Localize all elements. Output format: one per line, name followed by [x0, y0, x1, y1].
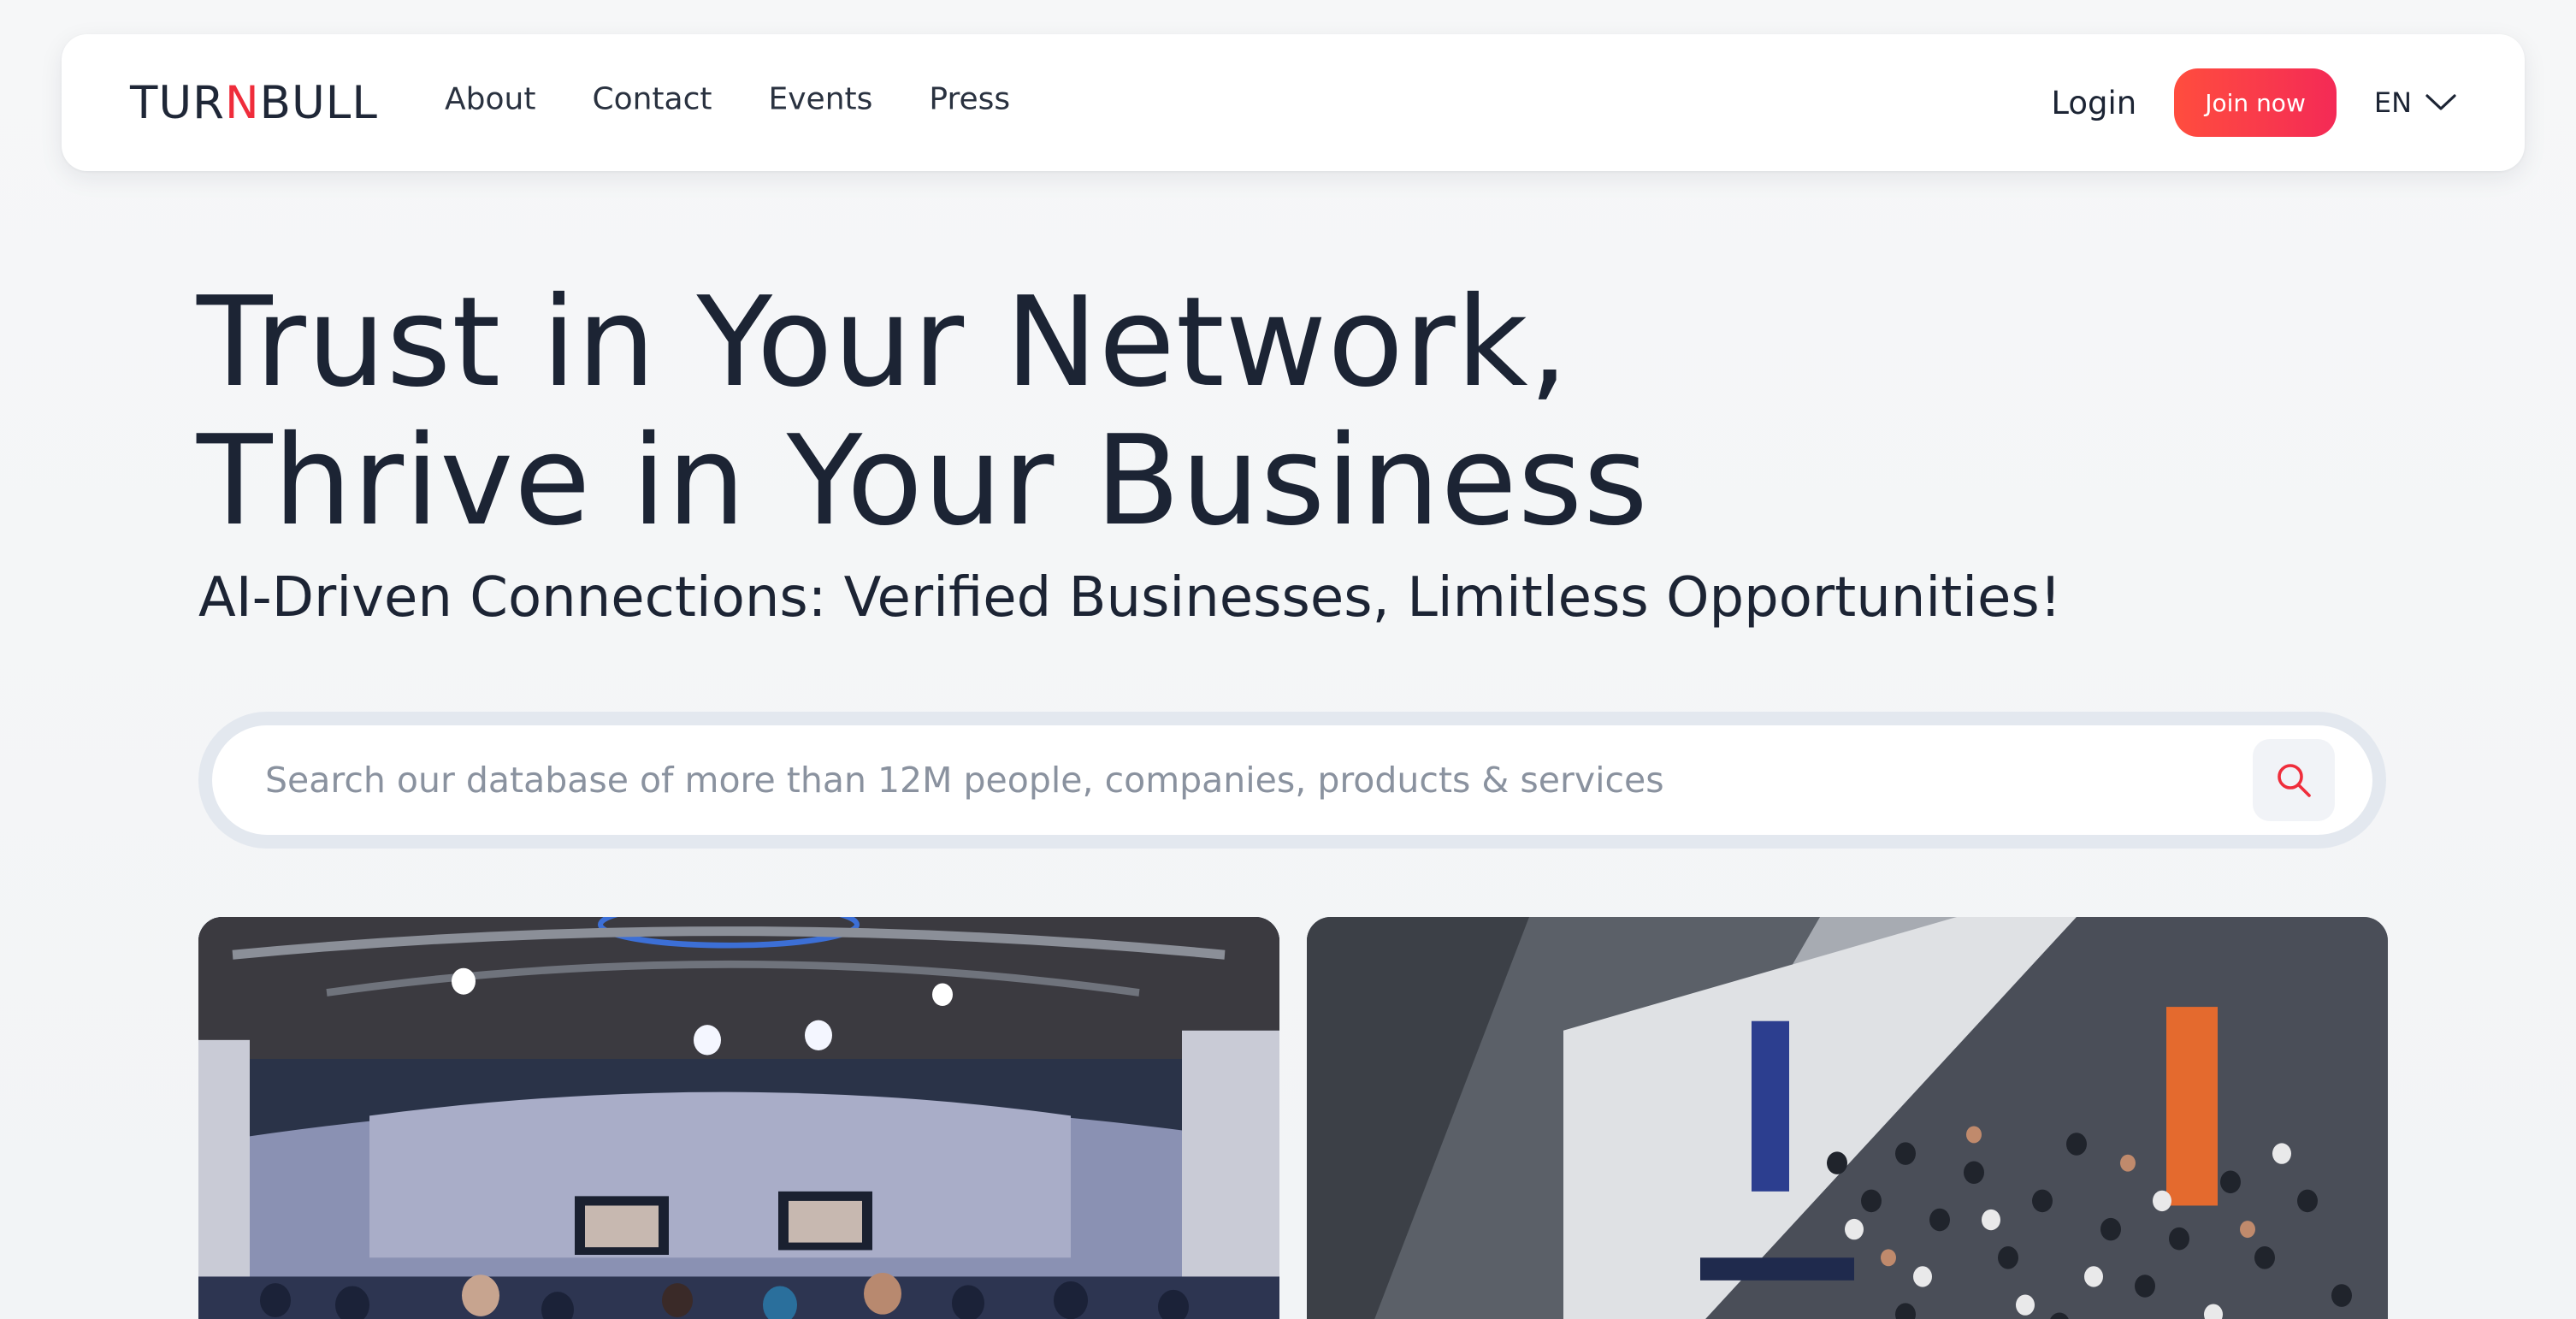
header-actions: Login Join now EN	[2051, 68, 2456, 137]
nav-link-events[interactable]: Events	[769, 81, 873, 116]
language-selector[interactable]: EN	[2374, 86, 2456, 119]
nav-link-press[interactable]: Press	[929, 81, 1010, 116]
conference-stage-photo	[198, 917, 1279, 1319]
chevron-down-icon	[2425, 94, 2456, 110]
hero-subtitle: AI-Driven Connections: Verified Business…	[198, 566, 2062, 630]
search-input[interactable]	[265, 760, 2253, 801]
search-button[interactable]	[2253, 739, 2335, 821]
search-box	[212, 725, 2372, 835]
page: TUR N BULL About Contact Events Press Logi…	[0, 0, 2576, 1319]
hero-title-line-2: Thrive in Your Business	[197, 409, 1649, 553]
crowd-expo-illustration	[1307, 917, 2388, 1319]
logo-text-start: TUR	[130, 77, 225, 129]
main-nav: About Contact Events Press	[445, 81, 1010, 116]
join-now-button[interactable]: Join now	[2174, 68, 2337, 137]
nav-link-contact[interactable]: Contact	[592, 81, 712, 116]
turnbull-logo[interactable]: TUR N BULL	[130, 77, 378, 129]
crowd-expo-photo	[1307, 917, 2388, 1319]
conference-stage-illustration	[198, 917, 1279, 1319]
search-icon	[2278, 764, 2311, 797]
nav-link-about[interactable]: About	[445, 81, 535, 116]
logo-text-accent: N	[225, 77, 260, 129]
hero-title: Trust in Your Network, Thrive in Your Bu…	[197, 274, 2078, 551]
language-label: EN	[2373, 86, 2412, 119]
top-navbar: TUR N BULL About Contact Events Press Logi…	[62, 34, 2525, 171]
hero-title-line-1: Trust in Your Network,	[197, 270, 1569, 415]
login-button[interactable]: Login	[2051, 85, 2136, 121]
search-bar	[198, 712, 2386, 849]
logo-text-end: BULL	[259, 77, 378, 129]
